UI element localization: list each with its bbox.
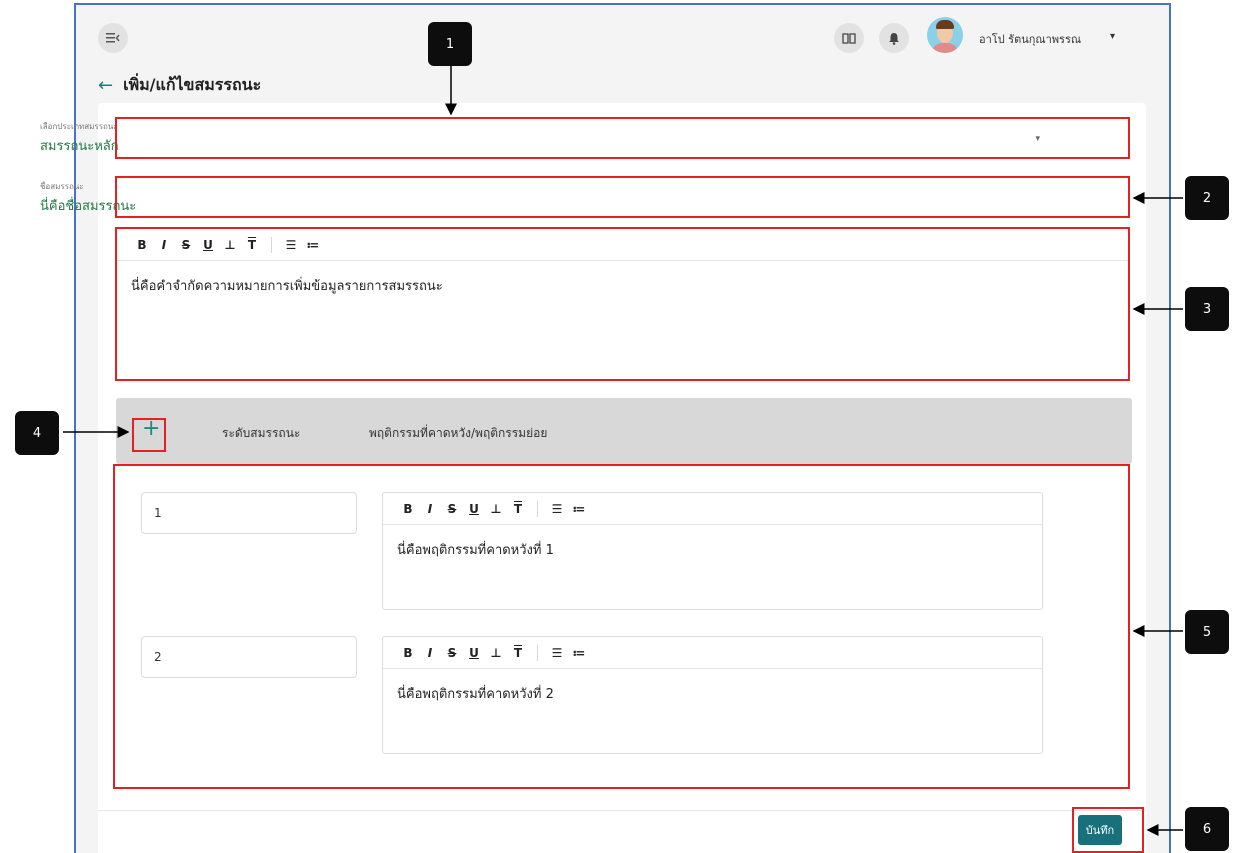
callout-badge-5: 5 [1185, 610, 1229, 654]
callout-badge-6: 6 [1185, 807, 1229, 851]
screenshot-stage: อาโป รัตนกุณาพรรณ ▾ ← เพิ่ม/แก้ไขสมรรถนะ… [0, 0, 1241, 853]
callout-badge-1: 1 [428, 22, 472, 66]
callout-arrows [63, 62, 1183, 836]
callout-badge-2: 2 [1185, 176, 1229, 220]
callout-badge-3: 3 [1185, 287, 1229, 331]
callout-badge-4: 4 [15, 411, 59, 455]
